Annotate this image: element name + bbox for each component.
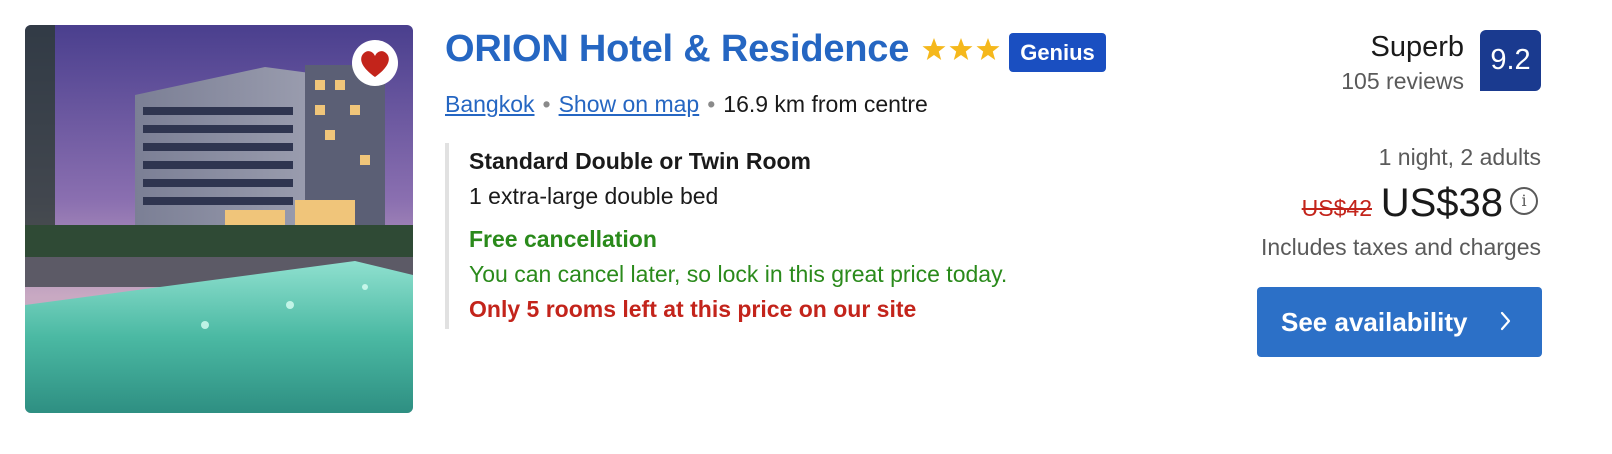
see-availability-label: See availability (1281, 306, 1468, 337)
original-price: US$42 (1301, 195, 1372, 221)
free-cancellation-label: Free cancellation (469, 226, 657, 252)
star-icon (976, 38, 1000, 60)
stay-details: 1 night, 2 adults (1378, 144, 1541, 170)
see-availability-button[interactable]: See availability (1257, 287, 1542, 357)
hotel-photo[interactable] (25, 25, 413, 413)
room-details: Standard Double or Twin Room 1 extra-lar… (445, 143, 1089, 329)
heart-icon[interactable] (351, 39, 399, 87)
current-price: US$38 (1380, 181, 1503, 225)
cancellation-description: You can cancel later, so lock in this gr… (469, 261, 1008, 287)
property-name[interactable]: ORION Hotel & Residence (445, 28, 909, 71)
bed-info: 1 extra-large double bed (469, 183, 719, 209)
chevron-right-icon (1500, 311, 1511, 331)
location-row: Bangkok • Show on map • 16.9 km from centre (445, 91, 928, 118)
city-link[interactable]: Bangkok (445, 91, 535, 117)
info-icon[interactable]: i (1510, 187, 1538, 215)
review-count[interactable]: 105 reviews (1341, 68, 1464, 95)
rooms-left-warning: Only 5 rooms left at this price on our s… (469, 296, 917, 322)
star-icon (922, 38, 946, 60)
room-name: Standard Double or Twin Room (469, 148, 812, 174)
star-icon (949, 38, 973, 60)
star-rating (922, 37, 1000, 61)
genius-badge: Genius (1009, 33, 1106, 72)
review-word[interactable]: Superb (1370, 31, 1464, 64)
distance-text: 16.9 km from centre (723, 91, 928, 117)
review-score-badge[interactable]: 9.2 (1480, 30, 1541, 91)
taxes-note: Includes taxes and charges (1260, 234, 1541, 260)
separator-dot: • (542, 91, 551, 117)
property-card: ORION Hotel & Residence Genius Bangkok • S… (0, 0, 1612, 454)
separator-dot: • (707, 91, 716, 117)
show-on-map-link[interactable]: Show on map (559, 91, 700, 117)
hotel-photo-image (25, 25, 413, 413)
